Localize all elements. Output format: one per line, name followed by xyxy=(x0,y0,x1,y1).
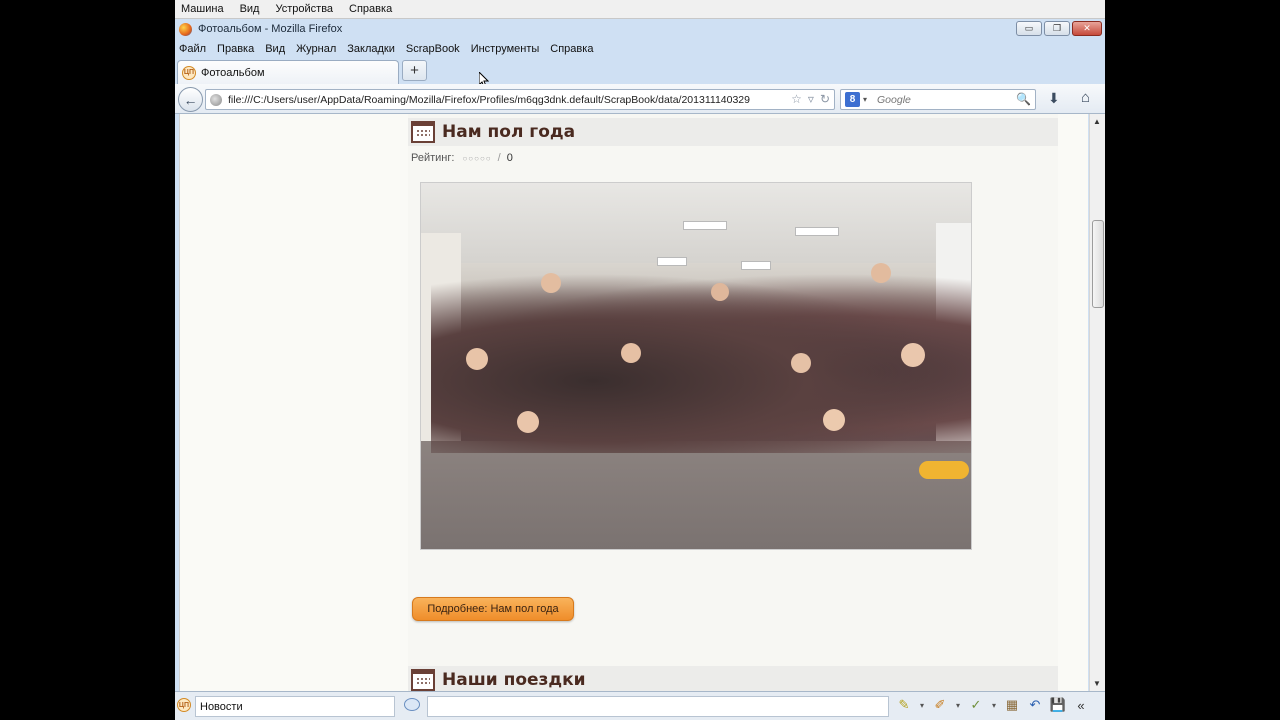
reload-icon[interactable]: ↻ xyxy=(820,92,830,106)
calendar-icon xyxy=(411,121,435,143)
navigation-toolbar: ← file:///C:/Users/user/AppData/Roaming/… xyxy=(175,84,1105,114)
scrapbook-tools: ✎ ▾ ✐ ▾ ✓ ▾ ▦ ↶ 💾 « xyxy=(895,697,1090,713)
save-icon[interactable]: 💾 xyxy=(1049,697,1067,713)
pen-icon[interactable]: ✐ xyxy=(931,697,949,713)
host-menu-devices[interactable]: Устройства xyxy=(275,3,333,15)
new-tab-button[interactable]: + xyxy=(402,60,427,81)
back-button[interactable]: ← xyxy=(178,87,203,112)
rating-label: Рейтинг: xyxy=(411,152,455,164)
page-icon: ЦП xyxy=(177,698,191,712)
rating-count: 0 xyxy=(506,152,513,164)
photo-floor xyxy=(421,441,971,549)
menu-tools[interactable]: Инструменты xyxy=(471,43,540,55)
menu-view[interactable]: Вид xyxy=(265,43,285,55)
photo-person xyxy=(871,263,891,283)
vertical-scrollbar[interactable]: ▲ ▼ xyxy=(1089,114,1105,691)
post-area: Нам пол года Рейтинг: ○○○○○ / 0 Подробне… xyxy=(408,114,1058,691)
photo-person xyxy=(901,343,925,367)
url-text[interactable]: file:///C:/Users/user/AppData/Roaming/Mo… xyxy=(228,94,783,106)
menu-scrapbook[interactable]: ScrapBook xyxy=(406,43,460,55)
menu-bookmarks[interactable]: Закладки xyxy=(347,43,395,55)
photo-person xyxy=(517,411,539,433)
firefox-window: Фотоальбом - Mozilla Firefox ▭ ❐ ✕ Файл … xyxy=(175,19,1105,720)
scrapbook-title-input[interactable] xyxy=(195,696,395,717)
menu-edit[interactable]: Правка xyxy=(217,43,254,55)
dropdown-icon[interactable]: ▾ xyxy=(918,701,926,710)
search-bar[interactable]: 8 ▾ 🔍 xyxy=(840,89,1036,110)
tab-photoalbum[interactable]: ЦП Фотоальбом xyxy=(177,60,399,84)
dropdown-icon[interactable]: ▾ xyxy=(990,701,998,710)
photo-person xyxy=(791,353,811,373)
collapse-icon[interactable]: « xyxy=(1072,698,1090,713)
calendar-icon xyxy=(411,669,435,691)
photo-person xyxy=(466,348,488,370)
photo-crowd xyxy=(431,273,971,453)
window-title: Фотоальбом - Mozilla Firefox xyxy=(198,23,343,35)
photo-ceiling-light xyxy=(741,261,771,270)
rating-stars[interactable]: ○○○○○ xyxy=(462,154,491,163)
host-menu-view[interactable]: Вид xyxy=(240,3,260,15)
host-menu-machine[interactable]: Машина xyxy=(181,3,224,15)
scrollbar-thumb[interactable] xyxy=(1092,220,1104,308)
home-icon[interactable]: ⌂ xyxy=(1081,89,1090,106)
post-header: Наши поездки xyxy=(408,666,1058,691)
host-menu-help[interactable]: Справка xyxy=(349,3,392,15)
browser-menubar: Файл Правка Вид Журнал Закладки ScrapBoo… xyxy=(175,39,1105,58)
read-more-button[interactable]: Подробнее: Нам пол года xyxy=(412,597,574,621)
google-search-engine-icon[interactable]: 8 xyxy=(845,92,860,107)
search-input[interactable] xyxy=(877,93,1018,106)
globe-icon xyxy=(210,93,222,106)
check-icon[interactable]: ✓ xyxy=(967,697,985,713)
grid-icon[interactable]: ▦ xyxy=(1003,697,1021,713)
highlighter-icon[interactable]: ✎ xyxy=(895,697,913,713)
tab-bar: ЦП Фотоальбом + xyxy=(175,58,1105,84)
scroll-down-icon[interactable]: ▼ xyxy=(1093,679,1101,688)
firefox-logo-icon xyxy=(179,22,192,36)
photo-toy xyxy=(919,461,969,479)
url-bar-icons: ☆ ▿ ↻ xyxy=(791,92,830,106)
photo-person xyxy=(711,283,729,301)
menu-help[interactable]: Справка xyxy=(550,43,593,55)
bookmark-star-icon[interactable]: ☆ xyxy=(791,92,802,106)
tab-label: Фотоальбом xyxy=(201,66,265,79)
comment-bubble-icon[interactable] xyxy=(404,698,420,711)
search-engine-dropdown-icon[interactable]: ▾ xyxy=(863,95,867,104)
close-button[interactable]: ✕ xyxy=(1072,21,1102,36)
photo-ceiling-light xyxy=(795,227,839,236)
page-content: Нам пол года Рейтинг: ○○○○○ / 0 Подробне… xyxy=(179,114,1088,691)
rating: Рейтинг: ○○○○○ / 0 xyxy=(411,152,513,164)
download-icon[interactable]: ⬇ xyxy=(1048,90,1060,107)
history-dropdown-icon[interactable]: ▿ xyxy=(808,92,814,106)
photo-ceiling-light xyxy=(657,257,687,266)
post-header: Нам пол года xyxy=(408,118,1058,146)
post-title[interactable]: Нам пол года xyxy=(442,122,575,142)
photo-ceiling-light xyxy=(683,221,727,230)
photo-person xyxy=(541,273,561,293)
scroll-up-icon[interactable]: ▲ xyxy=(1093,117,1101,126)
window-controls: ▭ ❐ ✕ xyxy=(1016,21,1102,36)
host-menubar: Машина Вид Устройства Справка xyxy=(175,0,1105,19)
minimize-button[interactable]: ▭ xyxy=(1016,21,1042,36)
menu-file[interactable]: Файл xyxy=(179,43,206,55)
photo-person xyxy=(823,409,845,431)
scrapbook-comment-input[interactable] xyxy=(427,696,889,717)
rating-separator: / xyxy=(497,152,501,164)
undo-icon[interactable]: ↶ xyxy=(1026,697,1044,713)
page-icon: ЦП xyxy=(182,65,196,80)
scrapbook-toolbar: ЦП ✎ ▾ ✐ ▾ ✓ ▾ ▦ ↶ 💾 « xyxy=(175,691,1105,720)
maximize-button[interactable]: ❐ xyxy=(1044,21,1070,36)
post-photo[interactable] xyxy=(420,182,972,550)
dropdown-icon[interactable]: ▾ xyxy=(954,701,962,710)
menu-history[interactable]: Журнал xyxy=(296,43,336,55)
search-go-icon[interactable]: 🔍 xyxy=(1016,92,1031,106)
url-bar[interactable]: file:///C:/Users/user/AppData/Roaming/Mo… xyxy=(205,89,835,110)
photo-person xyxy=(621,343,641,363)
title-bar: Фотоальбом - Mozilla Firefox ▭ ❐ ✕ xyxy=(175,19,1105,39)
post-title[interactable]: Наши поездки xyxy=(442,670,586,690)
